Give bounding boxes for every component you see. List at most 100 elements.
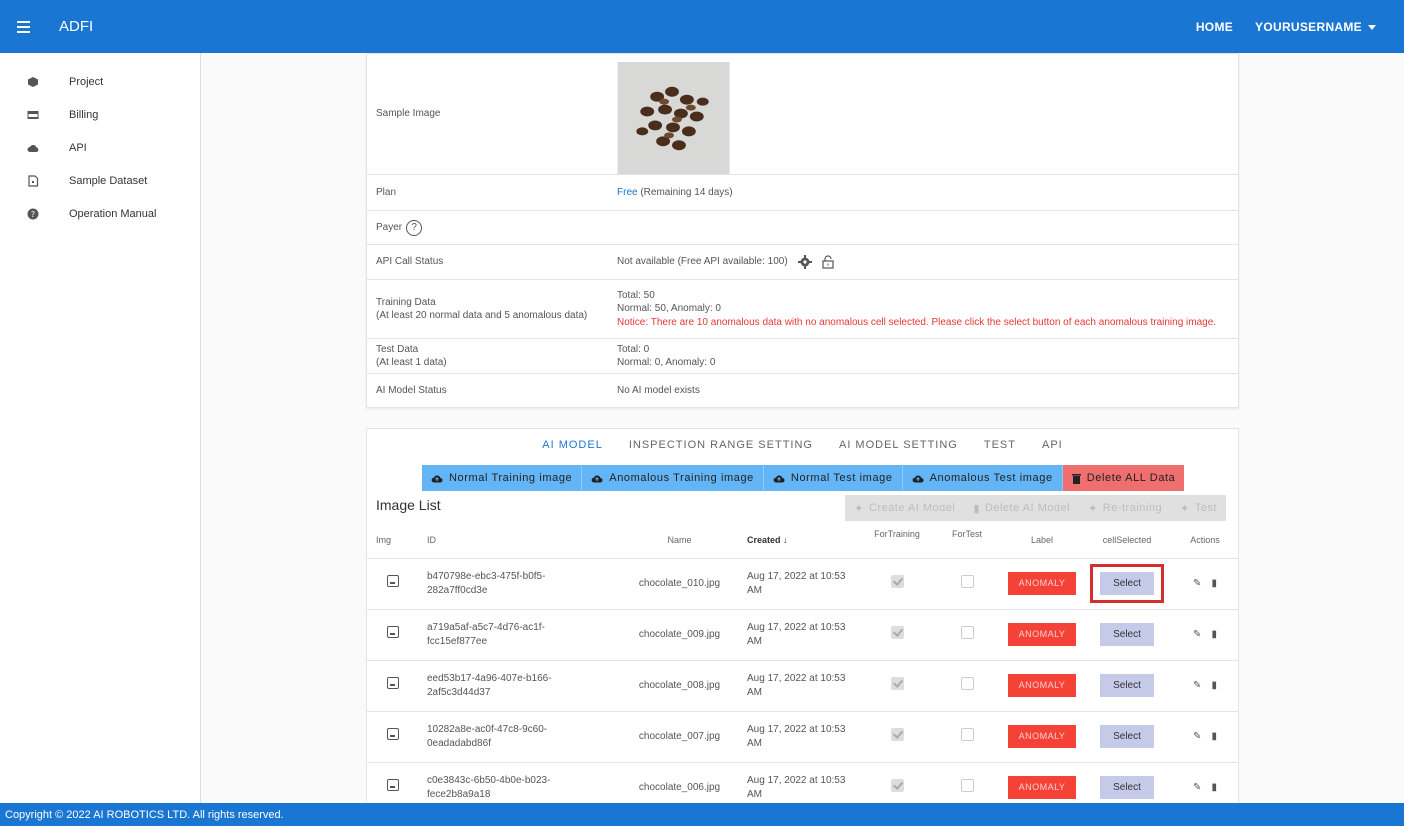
help-icon: ? [27,208,39,219]
lock-open-icon[interactable] [822,255,834,269]
anomaly-badge: ANOMALY [1008,572,1076,595]
select-button[interactable]: Select [1100,725,1154,748]
delete-icon[interactable]: ▮ [1211,577,1217,591]
fortraining-checkbox[interactable] [890,625,904,639]
anomaly-badge: ANOMALY [1008,623,1076,646]
upload-normal-training-button[interactable]: Normal Training image [422,465,583,491]
api-status-row: API Call Status Not available (Free API … [367,245,1238,280]
create-ai-model-button[interactable]: ✦ Create AI Model [845,495,964,521]
tab-inspection-range-setting[interactable]: INSPECTION RANGE SETTING [629,439,813,451]
sidebar-item-label: Project [69,75,104,88]
fortest-checkbox[interactable] [960,778,974,792]
col-name[interactable]: Name [617,523,742,559]
col-fortraining[interactable]: ForTraining [862,523,932,559]
payer-row: Payer? [367,211,1238,245]
menu-icon[interactable] [17,20,35,33]
row-created-line2: AM [747,737,762,749]
image-icon[interactable] [387,626,399,639]
tab-ai-model[interactable]: AI MODEL [542,439,603,451]
delete-icon[interactable]: ▮ [1211,628,1217,642]
image-icon[interactable] [387,677,399,690]
select-button[interactable]: Select [1100,572,1154,595]
api-status-label: API Call Status [376,256,444,268]
fortest-checkbox[interactable] [960,625,974,639]
col-label[interactable]: Label [1002,523,1082,559]
fortraining-checkbox[interactable] [890,778,904,792]
home-link[interactable]: HOME [1196,20,1233,34]
sidebar-item-operation-manual[interactable]: ? Operation Manual [0,197,200,230]
sidebar-item-api[interactable]: API [0,131,200,164]
edit-icon[interactable]: ✎ [1193,781,1201,795]
user-menu[interactable]: YOURUSERNAME [1255,20,1376,34]
edit-icon[interactable]: ✎ [1193,679,1201,693]
model-tabs-card: AI MODEL INSPECTION RANGE SETTING AI MOD… [366,428,1239,803]
fortraining-checkbox[interactable] [890,727,904,741]
plan-remaining: (Remaining 14 days) [637,186,733,198]
fortest-checkbox[interactable] [960,727,974,741]
row-id-line2: 2af5c3d44d37 [427,686,491,698]
sidebar-item-billing[interactable]: Billing [0,98,200,131]
test-button[interactable]: ✦ Test [1171,495,1226,521]
image-icon[interactable] [387,728,399,741]
upload-anomalous-test-button[interactable]: Anomalous Test image [902,465,1063,491]
sidebar-item-label: Billing [69,108,99,121]
image-icon[interactable] [387,575,399,588]
anomaly-badge: ANOMALY [1008,674,1076,697]
col-actions: Actions [1172,523,1238,559]
action-label: Re-training [1102,502,1163,514]
upload-anomalous-training-button[interactable]: Anomalous Training image [582,465,764,491]
tab-ai-model-setting[interactable]: AI MODEL SETTING [839,439,958,451]
select-button[interactable]: Select [1100,623,1154,646]
cloud-upload-icon [591,475,603,483]
fortraining-checkbox[interactable] [890,676,904,690]
edit-icon[interactable]: ✎ [1193,577,1201,591]
delete-ai-model-button[interactable]: ▮ Delete AI Model [964,495,1079,521]
table-row: a719a5af-a5c7-4d76-ac1f-fcc15ef877ee cho… [367,609,1238,661]
col-id[interactable]: ID [417,523,617,559]
select-button[interactable]: Select [1100,776,1154,799]
fortest-checkbox[interactable] [960,676,974,690]
col-fortest[interactable]: ForTest [932,523,1002,559]
project-info-card: Sample Image Plan Free (Remaining 14 day… [366,53,1239,408]
robot-icon: ✦ [854,502,864,515]
edit-icon[interactable]: ✎ [1193,730,1201,744]
edit-icon[interactable]: ✎ [1193,628,1201,642]
sidebar-item-project[interactable]: Project [0,65,200,98]
fortraining-checkbox[interactable] [890,574,904,588]
select-highlight: Select [1090,564,1164,603]
tab-api[interactable]: API [1042,439,1063,451]
delete-all-data-button[interactable]: Delete ALL Data [1062,465,1185,491]
delete-icon[interactable]: ▮ [1211,781,1217,795]
retraining-button[interactable]: ✦ Re-training [1079,495,1171,521]
help-icon[interactable]: ? [406,219,423,236]
gear-icon[interactable] [797,255,812,269]
image-table: Img ID Name Created ↓ ForTraining ForTes… [367,523,1238,803]
footer: Copyright © 2022 AI ROBOTICS LTD. All ri… [0,803,1404,826]
col-cellselected[interactable]: cellSelected [1082,523,1172,559]
delete-icon[interactable]: ▮ [1211,730,1217,744]
row-id-line1: 10282a8e-ac0f-47c8-9c60- [427,724,548,735]
sample-image-row: Sample Image [367,54,1238,175]
cloud-upload-icon [912,475,924,483]
select-button[interactable]: Select [1100,674,1154,697]
sidebar-item-sample-dataset[interactable]: Sample Dataset [0,164,200,197]
app-brand[interactable]: ADFI [59,18,93,35]
upload-normal-test-button[interactable]: Normal Test image [763,465,903,491]
app-bar: ADFI HOME YOURUSERNAME [0,0,1404,53]
training-breakdown: Normal: 50, Anomaly: 0 [617,303,721,315]
anomaly-badge: ANOMALY [1008,725,1076,748]
robot-icon: ✦ [1180,502,1190,515]
col-created[interactable]: Created ↓ [742,523,862,559]
row-id-line2: fcc15ef877ee [427,635,488,647]
delete-icon[interactable]: ▮ [1211,679,1217,693]
row-created-line1: Aug 17, 2022 at 10:53 [747,622,846,633]
plan-link[interactable]: Free [617,187,638,198]
tab-test[interactable]: TEST [984,439,1016,451]
row-name: chocolate_006.jpg [617,762,742,803]
fortest-checkbox[interactable] [960,574,974,588]
svg-text:?: ? [31,210,35,219]
row-name: chocolate_008.jpg [617,660,742,712]
image-icon[interactable] [387,779,399,792]
action-label: Create AI Model [868,502,956,514]
sidebar-item-label: API [69,141,87,154]
